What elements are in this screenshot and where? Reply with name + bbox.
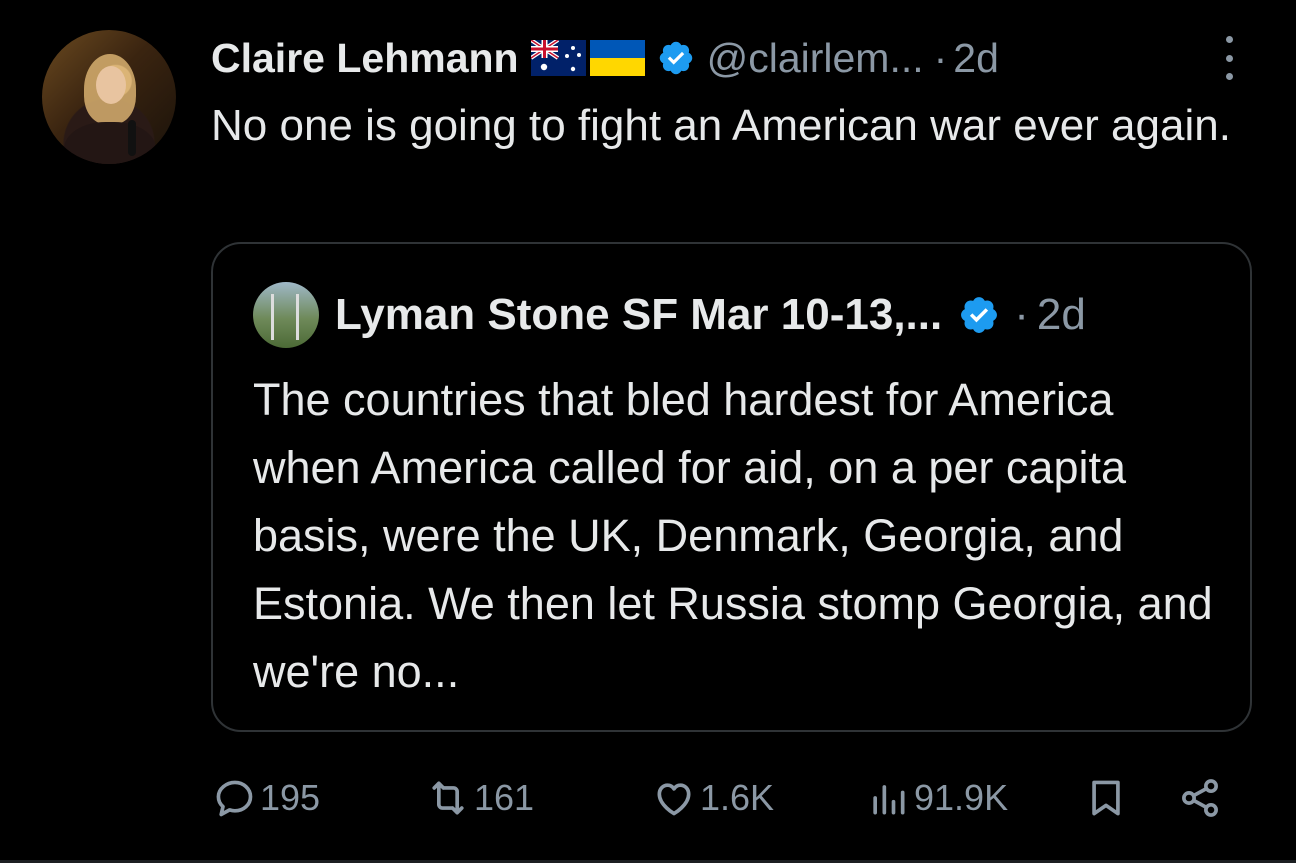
heart-icon <box>657 783 691 816</box>
author-handle[interactable]: @clairlem... <box>707 35 924 82</box>
quoted-tweet-text: The countries that bled hardest for Amer… <box>253 374 1213 697</box>
tweet-header: Claire Lehmann @clairlem... · 2d <box>211 30 999 86</box>
bookmark-button[interactable] <box>1084 768 1128 828</box>
avatar-body <box>64 122 156 164</box>
share-icon <box>1182 779 1218 817</box>
australia-flag-icon <box>530 40 586 76</box>
verified-badge-icon <box>659 41 692 75</box>
repost-icon <box>432 781 464 815</box>
views-count: 91.9K <box>914 777 1009 818</box>
tweet-timestamp[interactable]: 2d <box>953 35 999 82</box>
more-options-icon[interactable] <box>1214 36 1244 80</box>
bookmark-icon <box>1092 780 1120 816</box>
author-avatar[interactable] <box>42 30 176 164</box>
quoted-tweet-timestamp: 2d <box>1036 290 1086 339</box>
like-count: 1.6K <box>700 777 775 818</box>
more-dot <box>1225 54 1233 62</box>
views-button[interactable]: 91.9K <box>866 768 1008 828</box>
avatar-face <box>96 66 126 104</box>
quoted-header-separator: · <box>1014 290 1029 339</box>
like-button[interactable]: 1.6K <box>652 768 774 828</box>
quoted-author-avatar <box>253 282 319 348</box>
share-button[interactable] <box>1178 768 1222 828</box>
tweet-actions-bar: 195 161 1.6K 91.9K <box>212 768 1232 828</box>
more-dot <box>1225 73 1233 80</box>
header-separator: · <box>933 34 948 81</box>
verified-badge-icon <box>961 297 998 333</box>
reply-count: 195 <box>260 777 321 818</box>
quoted-tweet-header: Lyman Stone SF Mar 10-13,... · 2d <box>253 282 1086 348</box>
avatar-ladder <box>271 294 299 340</box>
avatar-microphone <box>128 120 136 156</box>
repost-count: 161 <box>474 777 535 818</box>
quoted-author-name: Lyman Stone SF Mar 10-13,... <box>335 290 943 339</box>
ukraine-flag-icon <box>589 40 645 76</box>
quoted-tweet-card[interactable]: Lyman Stone SF Mar 10-13,... · 2d The co… <box>211 242 1252 732</box>
repost-button[interactable]: 161 <box>426 768 534 828</box>
tweet-text: No one is going to fight an American war… <box>211 101 1231 150</box>
author-name[interactable]: Claire Lehmann <box>211 35 519 82</box>
reply-button[interactable]: 195 <box>212 768 320 828</box>
views-chart-icon <box>873 785 905 815</box>
more-dot <box>1225 36 1233 43</box>
reply-icon <box>216 780 253 817</box>
